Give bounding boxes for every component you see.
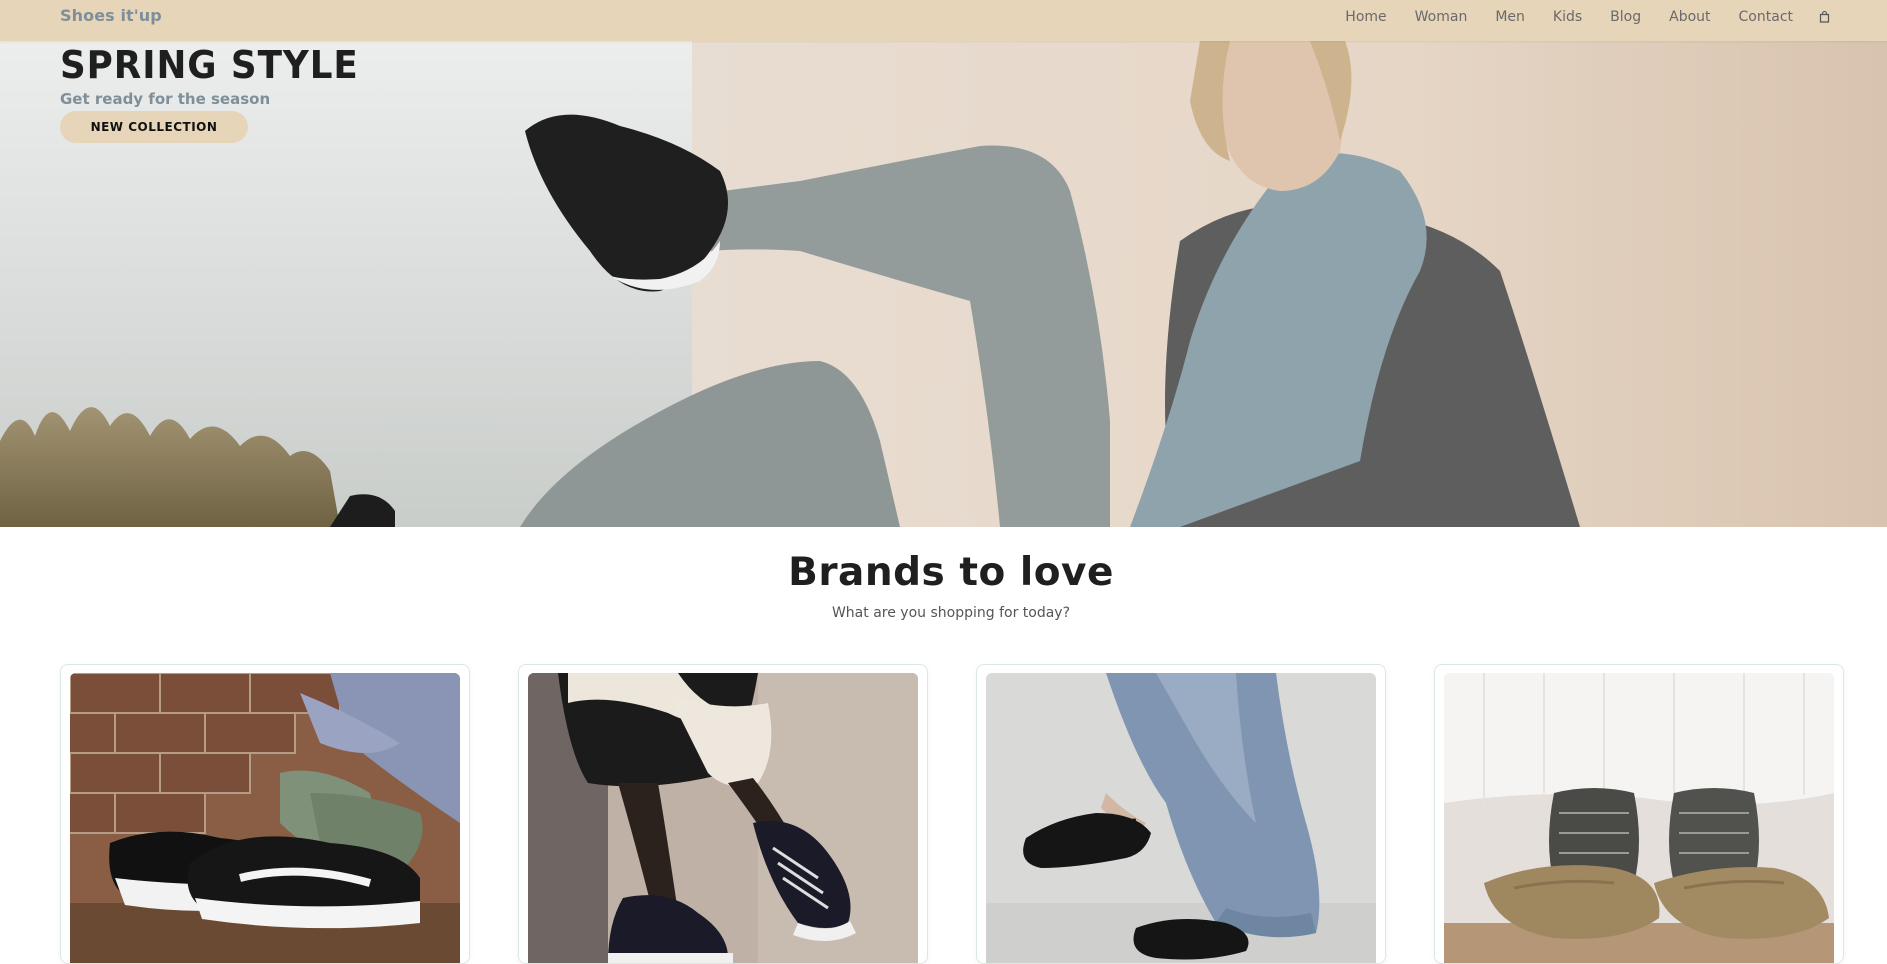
- brand-logo[interactable]: Shoes it'up: [60, 6, 162, 25]
- high-top-sneakers-photo[interactable]: [528, 673, 918, 963]
- nav-links: Home Woman Men Kids Blog About Contact: [1345, 0, 1887, 33]
- brand-card[interactable]: [518, 664, 928, 964]
- brands-title: Brands to love: [788, 550, 1114, 595]
- hero-banner: SPRING STYLE Get ready for the season NE…: [0, 41, 1887, 527]
- brands-subtitle: What are you shopping for today?: [831, 605, 1071, 621]
- nav-link-about[interactable]: About: [1669, 9, 1710, 25]
- nav-link-blog[interactable]: Blog: [1610, 9, 1641, 25]
- clogs-photo[interactable]: [1444, 673, 1834, 963]
- nav-link-kids[interactable]: Kids: [1553, 9, 1582, 25]
- shopping-bag-icon[interactable]: [1817, 10, 1831, 24]
- brand-card[interactable]: [976, 664, 1386, 964]
- nav-link-woman[interactable]: Woman: [1415, 9, 1468, 25]
- nav-link-home[interactable]: Home: [1345, 9, 1386, 25]
- nav-link-men[interactable]: Men: [1495, 9, 1525, 25]
- ballet-flats-photo[interactable]: [986, 673, 1376, 963]
- navbar: Shoes it'up Home Woman Men Kids Blog Abo…: [0, 0, 1887, 41]
- brand-card[interactable]: [60, 664, 470, 964]
- hero-subtitle: Get ready for the season: [60, 90, 271, 108]
- brand-cards: [60, 664, 1844, 964]
- nav-link-contact[interactable]: Contact: [1739, 9, 1793, 25]
- hero-text: SPRING STYLE Get ready for the season NE…: [60, 46, 378, 143]
- brand-card[interactable]: [1434, 664, 1844, 964]
- sneakers-photo[interactable]: [70, 673, 460, 963]
- new-collection-button[interactable]: NEW COLLECTION: [60, 111, 248, 143]
- hero-title: SPRING STYLE: [60, 43, 359, 87]
